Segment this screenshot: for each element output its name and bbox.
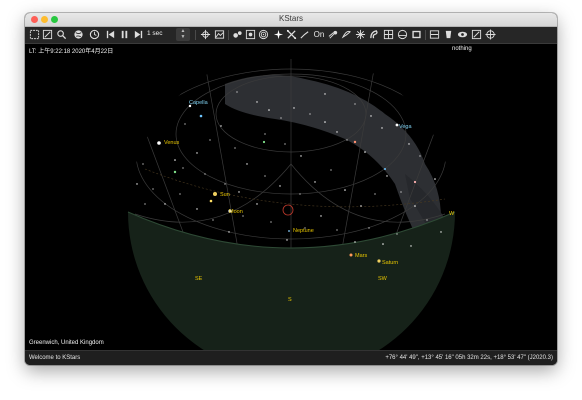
supernova-icon[interactable] — [355, 29, 366, 40]
label-moon[interactable]: Moon — [229, 209, 243, 215]
eye-icon[interactable] — [457, 29, 468, 40]
flag-icon[interactable] — [471, 29, 482, 40]
compass-west: W — [449, 211, 455, 217]
status-bar: Welcome to KStars +76° 44' 49", +13° 45'… — [25, 350, 557, 365]
local-time: LT: 上午9:22:18 2020年4月22日 — [29, 49, 114, 55]
nebula-icon[interactable] — [369, 29, 380, 40]
binoculars-icon[interactable] — [232, 29, 243, 40]
label-mars[interactable]: Mars — [355, 253, 367, 259]
step-forward-icon[interactable] — [133, 29, 144, 40]
time-step-spinner[interactable]: ▲ ▼ — [176, 28, 190, 41]
status-message: Welcome to KStars — [29, 355, 81, 361]
label-venus[interactable]: Venus — [164, 140, 179, 146]
sky-map[interactable]: LT: 上午9:22:18 2020年4月22日 nothing Capella… — [25, 44, 557, 350]
asteroid-icon[interactable] — [299, 29, 310, 40]
horizon-icon[interactable] — [397, 29, 408, 40]
search-icon[interactable] — [56, 29, 67, 40]
crosshair-icon[interactable] — [485, 29, 496, 40]
label-saturn[interactable]: Saturn — [382, 260, 398, 266]
sky-chart[interactable] — [25, 44, 557, 350]
satellite-icon[interactable] — [341, 29, 352, 40]
zoom-fit-icon[interactable] — [29, 29, 40, 40]
toolbar-separator — [425, 30, 426, 40]
label-vega[interactable]: Vega — [399, 124, 412, 130]
target-icon[interactable] — [258, 29, 269, 40]
compass-southeast: SE — [195, 276, 203, 282]
status-coordinates: +76° 44' 49", +13° 45' 16" 05h 32m 22s, … — [385, 355, 553, 361]
compass-south: S — [288, 297, 292, 303]
zoom-icon[interactable] — [42, 29, 53, 40]
globe-icon[interactable] — [73, 29, 84, 40]
kstars-window: KStars 1 sec ▲ ▼ On LT: 上午9:22:18 2020年4… — [25, 13, 557, 365]
filter-icon[interactable] — [245, 29, 256, 40]
focus-object: nothing — [452, 46, 472, 52]
label-neptune[interactable]: Neptune — [293, 228, 314, 234]
telescope-icon[interactable] — [200, 29, 211, 40]
pause-icon[interactable] — [119, 29, 130, 40]
toolbar-separator — [195, 30, 196, 40]
window-title: KStars — [278, 14, 303, 23]
constellation-names-icon[interactable]: On — [312, 29, 326, 40]
toolbar: 1 sec ▲ ▼ On — [25, 27, 557, 44]
star-icon[interactable] — [273, 29, 284, 40]
grid-icon[interactable] — [383, 29, 394, 40]
flag-icon[interactable] — [411, 29, 422, 40]
label-capella[interactable]: Capella — [189, 100, 208, 106]
comet-icon[interactable] — [328, 29, 339, 40]
image-icon[interactable] — [214, 29, 225, 40]
time-step-value[interactable]: 1 sec — [147, 30, 163, 37]
eye-icon[interactable] — [443, 29, 454, 40]
label-sun[interactable]: Sun — [220, 192, 230, 198]
title-bar: KStars — [25, 13, 557, 27]
location-name: Greenwich, United Kingdom — [29, 340, 104, 346]
step-back-icon[interactable] — [105, 29, 116, 40]
sky-icon[interactable] — [429, 29, 440, 40]
compass-southwest: SW — [378, 276, 387, 282]
clock-icon[interactable] — [89, 29, 100, 40]
constellation-lines-icon[interactable] — [286, 29, 297, 40]
toolbar-separator — [228, 30, 229, 40]
